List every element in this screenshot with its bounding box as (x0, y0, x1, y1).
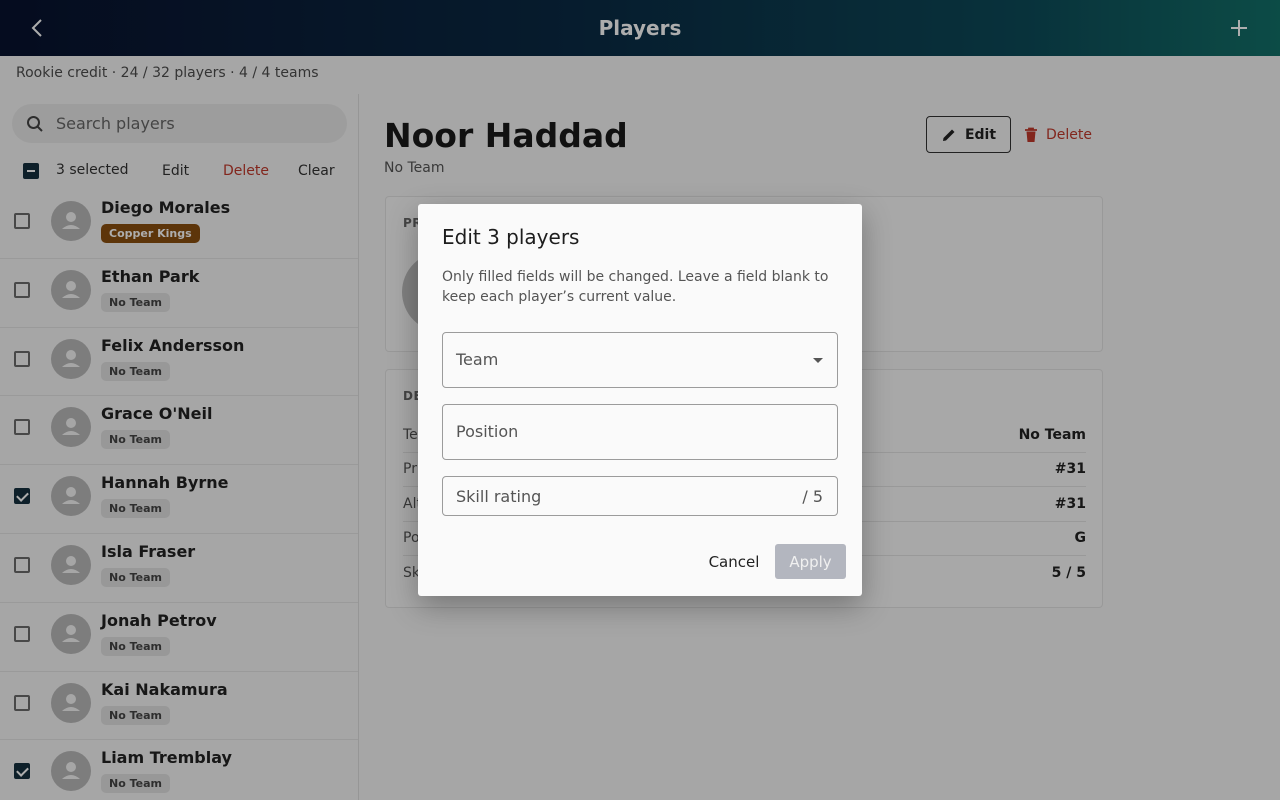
team-select-label: Team (456, 350, 499, 369)
skill-rating-field[interactable]: Skill rating / 5 (442, 476, 838, 516)
skill-rating-suffix: / 5 (802, 487, 823, 506)
dialog-title: Edit 3 players (442, 225, 580, 249)
bulk-edit-dialog: Edit 3 players Only filled fields will b… (418, 204, 862, 596)
position-field[interactable]: Position (442, 404, 838, 460)
team-select[interactable]: Team (442, 332, 838, 388)
cancel-button[interactable]: Cancel (701, 544, 767, 579)
dialog-description: Only filled fields will be changed. Leav… (442, 269, 829, 305)
position-field-label: Position (456, 422, 519, 441)
skill-rating-label: Skill rating (456, 487, 542, 506)
caret-down-icon (813, 358, 823, 363)
apply-button[interactable]: Apply (775, 544, 846, 579)
